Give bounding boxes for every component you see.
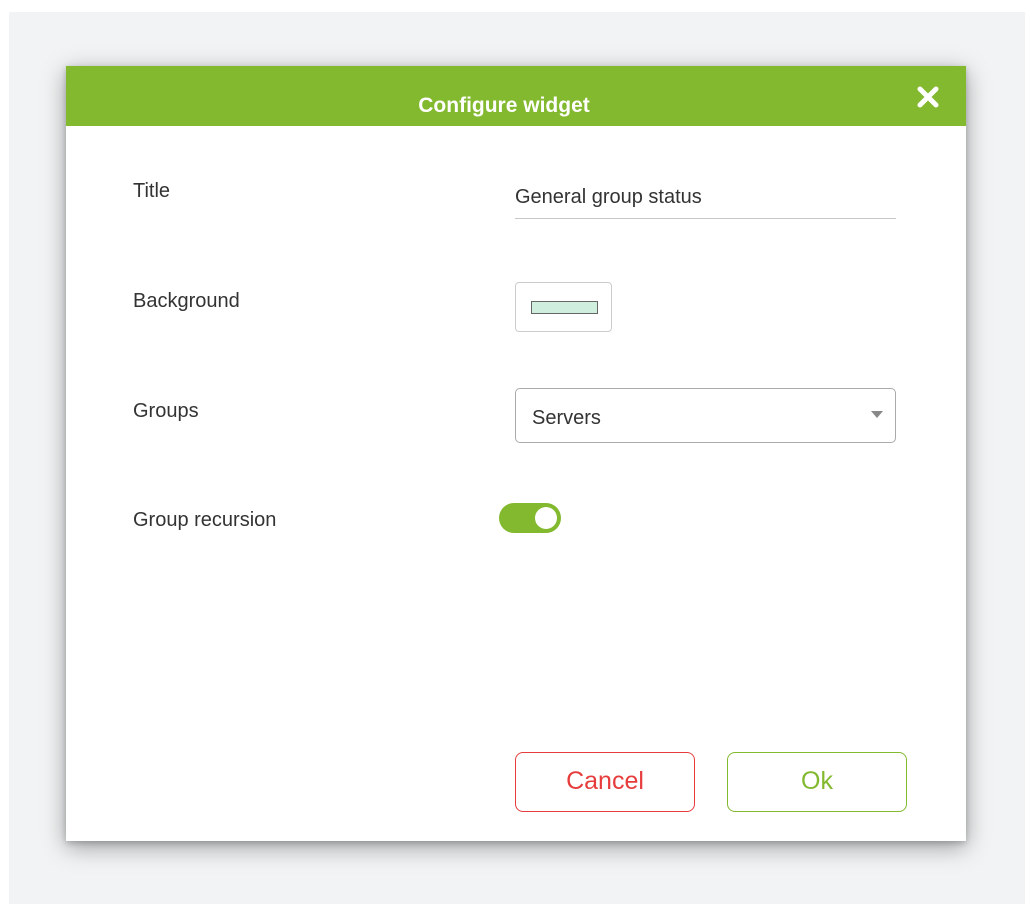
group-recursion-label: Group recursion [133,509,277,531]
toggle-knob [535,507,557,529]
configure-widget-dialog: Configure widget Title Background Groups… [66,66,966,841]
groups-selected-value: Servers [532,407,601,429]
background-color-picker[interactable] [515,282,612,332]
background-label: Background [133,290,240,312]
title-input[interactable] [515,176,896,219]
dialog-title: Configure widget [418,94,590,117]
chevron-down-icon [871,411,883,418]
dialog-titlebar: Configure widget [66,66,966,126]
group-recursion-toggle[interactable] [499,503,561,533]
groups-select[interactable]: Servers [515,388,896,443]
close-icon[interactable] [914,83,942,111]
ok-button[interactable]: Ok [727,752,907,812]
background-color-swatch [531,301,598,314]
cancel-button[interactable]: Cancel [515,752,695,812]
groups-label: Groups [133,400,199,422]
title-label: Title [133,180,171,202]
